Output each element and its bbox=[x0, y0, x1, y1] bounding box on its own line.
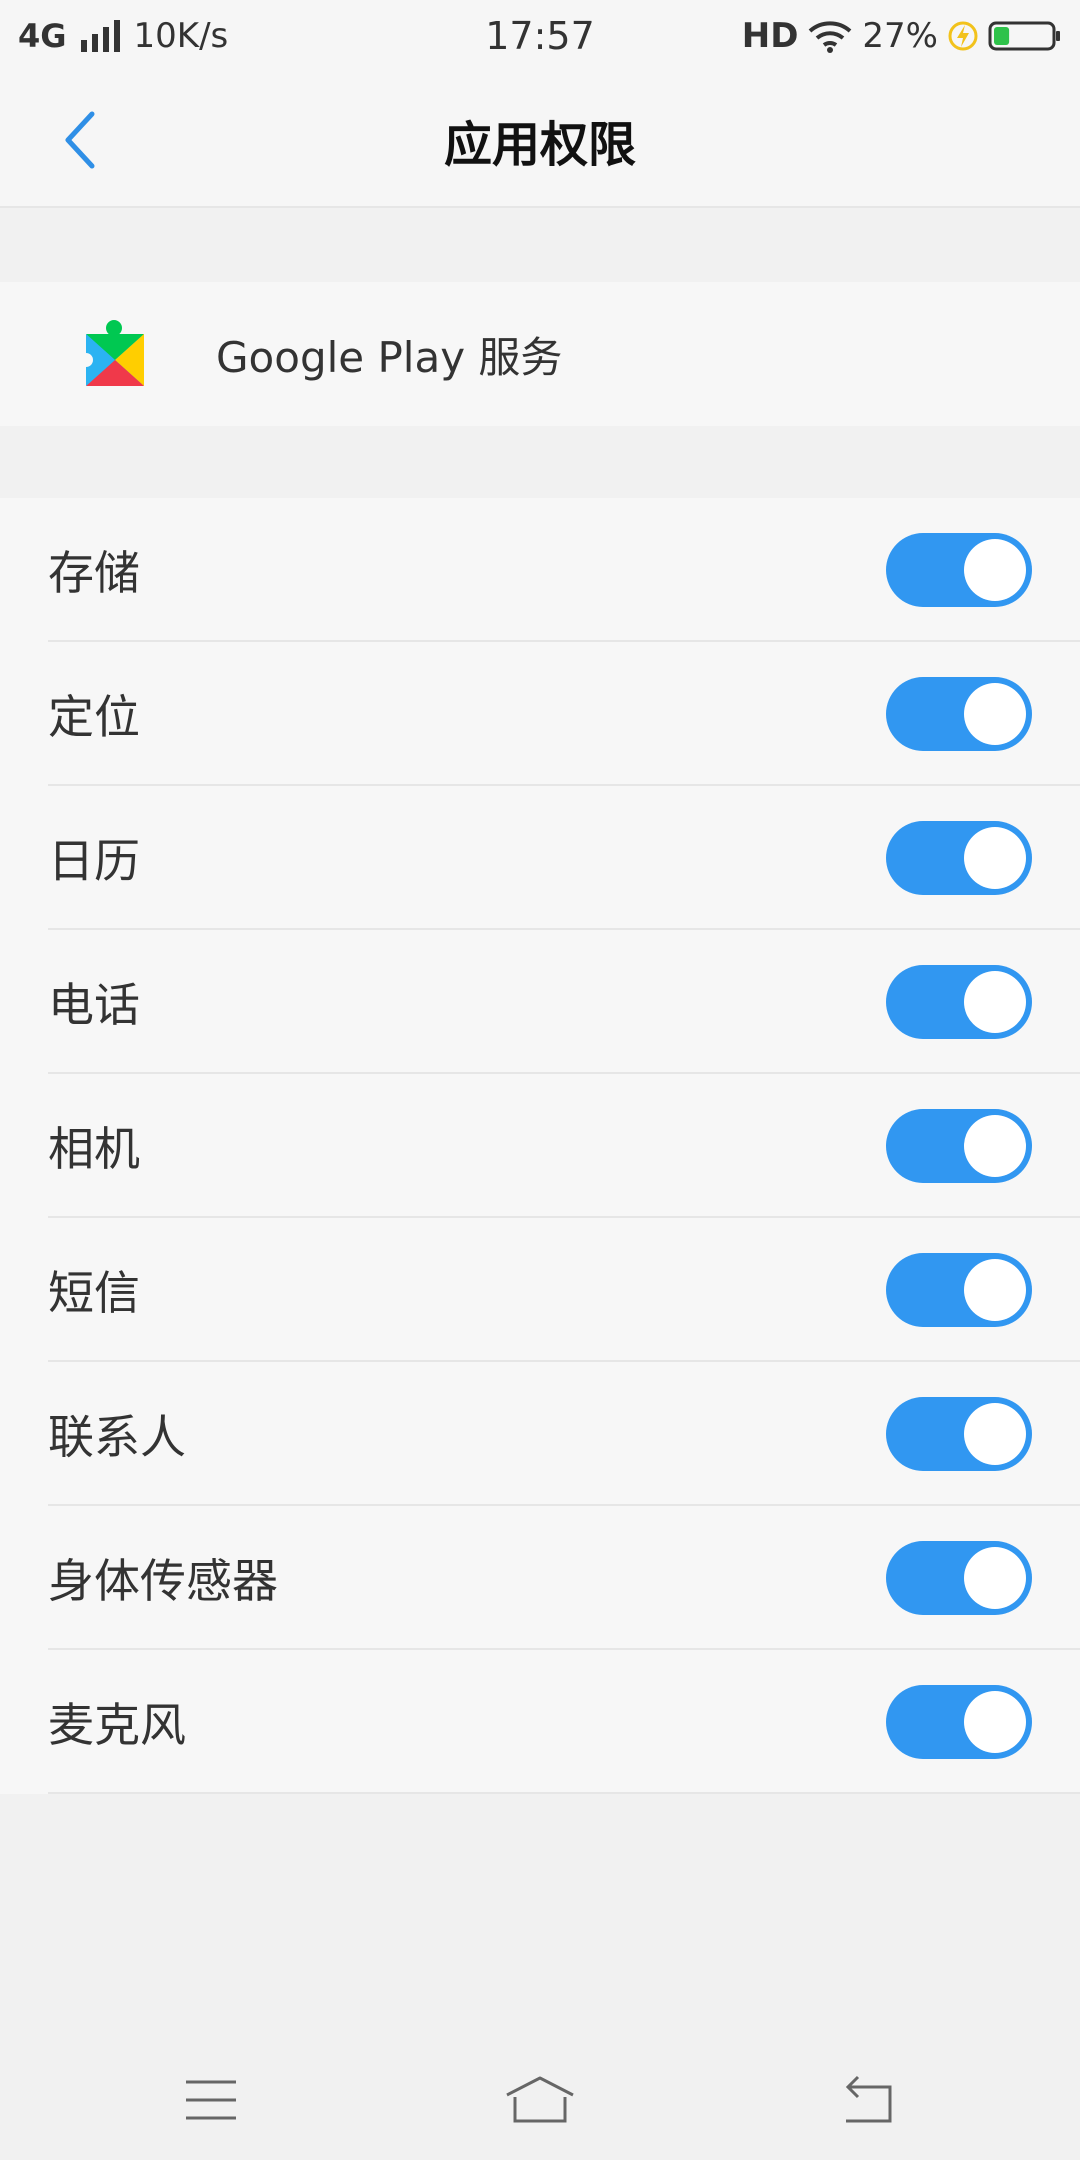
toggle-knob bbox=[964, 539, 1026, 601]
network-type: 4G bbox=[18, 17, 67, 55]
microphone-toggle[interactable] bbox=[886, 1685, 1032, 1759]
back-icon bbox=[845, 2075, 892, 2123]
toggle-knob bbox=[964, 1691, 1026, 1753]
permission-item-microphone[interactable]: 麦克风 bbox=[0, 1650, 1080, 1794]
toggle-knob bbox=[964, 827, 1026, 889]
contacts-toggle[interactable] bbox=[886, 1397, 1032, 1471]
menu-icon bbox=[186, 2080, 236, 2120]
signal-icon bbox=[80, 20, 120, 52]
permission-list: 存储 定位 日历 电话 相机 短信 联系人 身体传感器 麦克风 bbox=[0, 498, 1080, 1794]
charging-icon bbox=[948, 21, 978, 51]
chevron-left-icon bbox=[65, 111, 95, 169]
permission-item-body-sensors[interactable]: 身体传感器 bbox=[0, 1506, 1080, 1650]
toggle-knob bbox=[964, 683, 1026, 745]
camera-toggle[interactable] bbox=[886, 1109, 1032, 1183]
calendar-toggle[interactable] bbox=[886, 821, 1032, 895]
permission-item-storage[interactable]: 存储 bbox=[0, 498, 1080, 642]
permission-label: 麦克风 bbox=[48, 1698, 186, 1752]
google-play-services-icon bbox=[79, 320, 144, 386]
location-toggle[interactable] bbox=[886, 677, 1032, 751]
storage-toggle[interactable] bbox=[886, 533, 1032, 607]
body-sensors-toggle[interactable] bbox=[886, 1541, 1032, 1615]
page-title: 应用权限 bbox=[443, 117, 636, 173]
permission-item-camera[interactable]: 相机 bbox=[0, 1074, 1080, 1218]
screen: 4G 10K/s 17:57 HD 27% 应用权限 Google Play 服… bbox=[0, 0, 1080, 2160]
status-left: 4G 10K/s bbox=[18, 16, 228, 56]
menu-button[interactable] bbox=[161, 2060, 261, 2140]
permission-label: 日历 bbox=[48, 834, 140, 888]
app-name: Google Play 服务 bbox=[216, 332, 563, 382]
back-nav-button[interactable] bbox=[818, 2060, 918, 2140]
toggle-knob bbox=[964, 971, 1026, 1033]
phone-toggle[interactable] bbox=[886, 965, 1032, 1039]
permission-label: 相机 bbox=[48, 1122, 140, 1176]
battery-percent: 27% bbox=[862, 16, 938, 56]
toggle-knob bbox=[964, 1259, 1026, 1321]
wifi-icon bbox=[809, 21, 852, 53]
battery-icon bbox=[988, 21, 1060, 51]
network-speed: 10K/s bbox=[133, 16, 229, 56]
status-bar: 4G 10K/s 17:57 HD 27% bbox=[0, 0, 1080, 72]
back-button[interactable] bbox=[40, 100, 120, 180]
permission-item-phone[interactable]: 电话 bbox=[0, 930, 1080, 1074]
home-button[interactable] bbox=[490, 2060, 590, 2140]
permission-label: 定位 bbox=[48, 690, 140, 744]
permission-label: 联系人 bbox=[48, 1410, 186, 1464]
permission-item-sms[interactable]: 短信 bbox=[0, 1218, 1080, 1362]
header: 应用权限 bbox=[0, 72, 1080, 208]
home-icon bbox=[506, 2076, 574, 2123]
toggle-knob bbox=[964, 1115, 1026, 1177]
toggle-knob bbox=[964, 1403, 1026, 1465]
permission-item-calendar[interactable]: 日历 bbox=[0, 786, 1080, 930]
app-info-row: Google Play 服务 bbox=[0, 282, 1080, 426]
permission-label: 短信 bbox=[48, 1266, 140, 1320]
status-right: HD 27% bbox=[742, 16, 1062, 56]
permission-item-contacts[interactable]: 联系人 bbox=[0, 1362, 1080, 1506]
permission-label: 身体传感器 bbox=[48, 1554, 278, 1608]
permission-item-location[interactable]: 定位 bbox=[0, 642, 1080, 786]
hd-indicator: HD bbox=[741, 16, 799, 56]
navigation-bar bbox=[0, 2040, 1080, 2160]
permission-label: 电话 bbox=[48, 978, 140, 1032]
sms-toggle[interactable] bbox=[886, 1253, 1032, 1327]
permission-label: 存储 bbox=[48, 546, 140, 600]
toggle-knob bbox=[964, 1547, 1026, 1609]
